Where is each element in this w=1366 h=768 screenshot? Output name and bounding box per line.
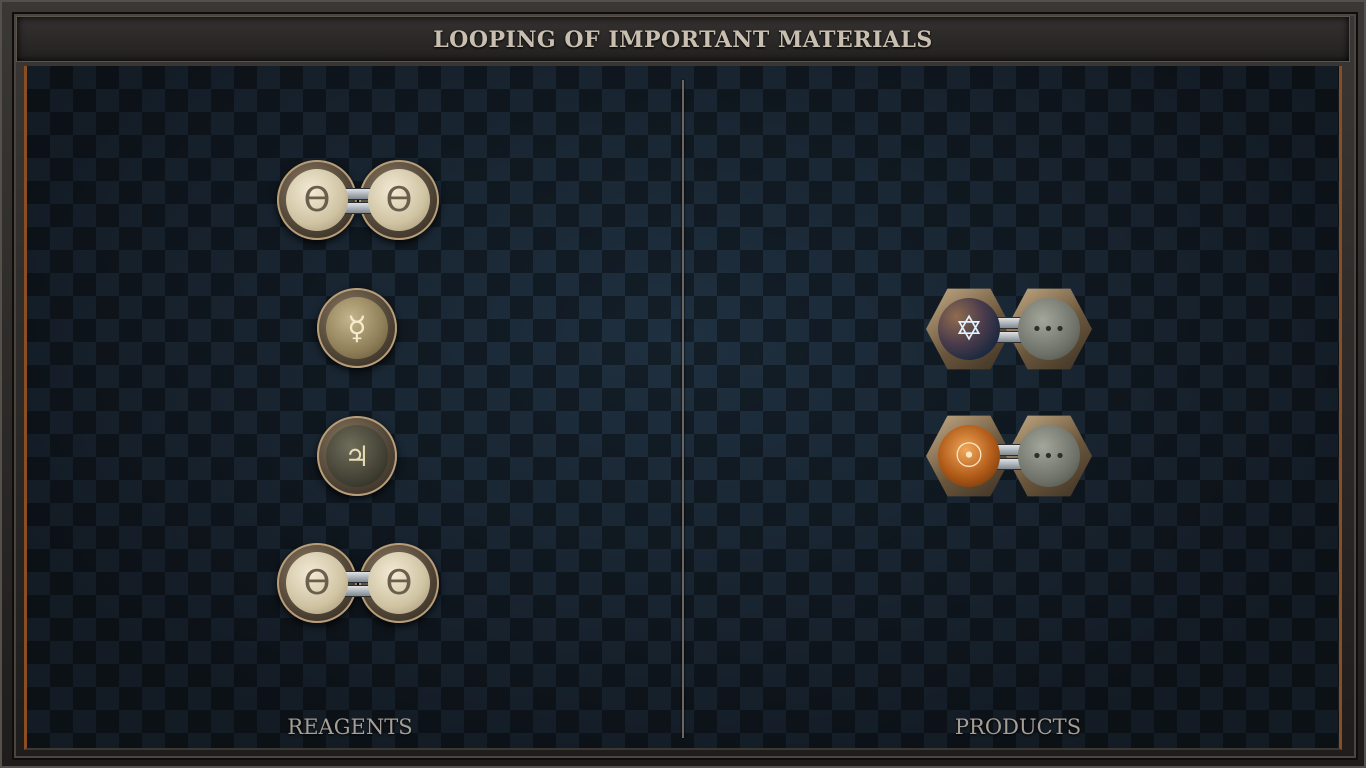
reagent-molecule-2[interactable]: ☿ bbox=[317, 288, 397, 368]
hexagram-icon[interactable]: ✡ bbox=[938, 298, 1000, 360]
column-divider bbox=[682, 80, 684, 738]
salt-icon[interactable]: ϴ bbox=[286, 552, 348, 614]
reagent-molecule-3[interactable]: ♃ bbox=[317, 416, 397, 496]
ellipsis-icon[interactable]: ••• bbox=[1018, 425, 1080, 487]
reagents-label: REAGENTS bbox=[287, 715, 413, 739]
page-title: LOOPING OF IMPORTANT MATERIALS bbox=[433, 27, 933, 53]
salt-icon[interactable]: ϴ bbox=[368, 552, 430, 614]
ellipsis-icon[interactable]: ••• bbox=[1018, 298, 1080, 360]
salt-icon[interactable]: ϴ bbox=[368, 169, 430, 231]
jupiter-icon[interactable]: ♃ bbox=[326, 425, 388, 487]
salt-icon[interactable]: ϴ bbox=[286, 169, 348, 231]
title-bar: LOOPING OF IMPORTANT MATERIALS bbox=[16, 16, 1350, 62]
product-molecule-2[interactable]: ☉ ••• bbox=[926, 411, 1092, 501]
reagent-molecule-1[interactable]: ϴ ϴ bbox=[277, 160, 439, 240]
reagent-molecule-4[interactable]: ϴ ϴ bbox=[277, 543, 439, 623]
products-label: PRODUCTS bbox=[954, 715, 1082, 739]
product-molecule-1[interactable]: ✡ ••• bbox=[926, 284, 1092, 374]
sun-icon[interactable]: ☉ bbox=[938, 425, 1000, 487]
quicksilver-icon[interactable]: ☿ bbox=[326, 297, 388, 359]
